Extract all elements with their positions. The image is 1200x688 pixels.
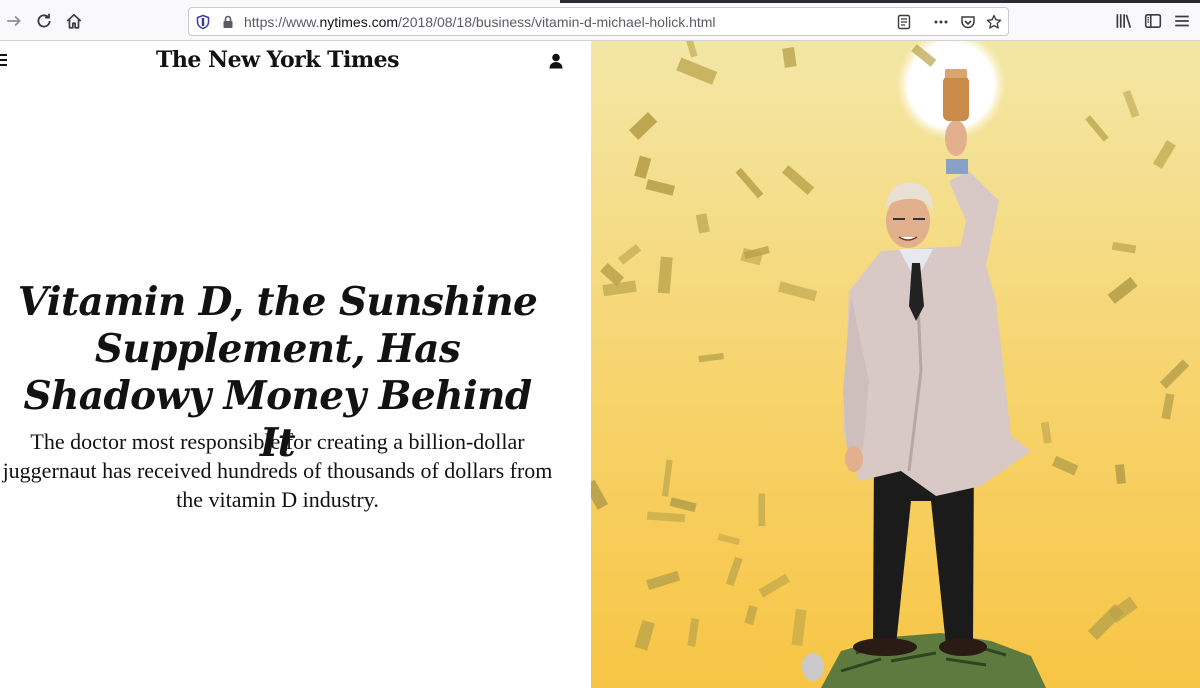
forward-arrow-icon[interactable] (3, 10, 25, 32)
page-actions-more-icon[interactable] (932, 13, 950, 31)
reload-icon[interactable] (33, 10, 55, 32)
pocket-icon[interactable] (959, 13, 977, 31)
tab-strip-edge (560, 0, 1200, 3)
sidebar-icon[interactable] (1142, 10, 1164, 32)
bookmark-star-icon[interactable] (985, 13, 1003, 31)
hamburger-menu-icon[interactable] (0, 54, 8, 66)
lock-icon[interactable] (219, 13, 237, 31)
url-bar[interactable]: https://www.nytimes.com/2018/08/18/busin… (188, 7, 1009, 36)
reader-view-icon[interactable] (895, 13, 913, 31)
article-summary: The doctor most responsible for creating… (2, 429, 553, 512)
banknote (758, 493, 766, 526)
user-account-icon[interactable] (547, 52, 565, 70)
illustration-svg (591, 41, 1200, 688)
nyt-logo[interactable]: The New York Times (150, 47, 405, 73)
home-icon[interactable] (63, 10, 85, 32)
url-prefix: https://www. (244, 14, 320, 30)
article-page: The New York Times Vitamin D, the Sunshi… (0, 41, 1200, 688)
url-text[interactable]: https://www.nytimes.com/2018/08/18/busin… (244, 14, 716, 30)
url-host: nytimes.com (319, 14, 399, 30)
browser-toolbar: https://www.nytimes.com/2018/08/18/busin… (0, 0, 1200, 41)
tracking-protection-shield-icon[interactable] (194, 13, 212, 31)
url-path: /2018/08/18/business/vitamin-d-michael-h… (398, 14, 716, 30)
library-icon[interactable] (1112, 10, 1134, 32)
app-menu-icon[interactable] (1171, 10, 1193, 32)
article-header: The New York Times Vitamin D, the Sunshi… (0, 41, 591, 688)
article-illustration (591, 41, 1200, 688)
